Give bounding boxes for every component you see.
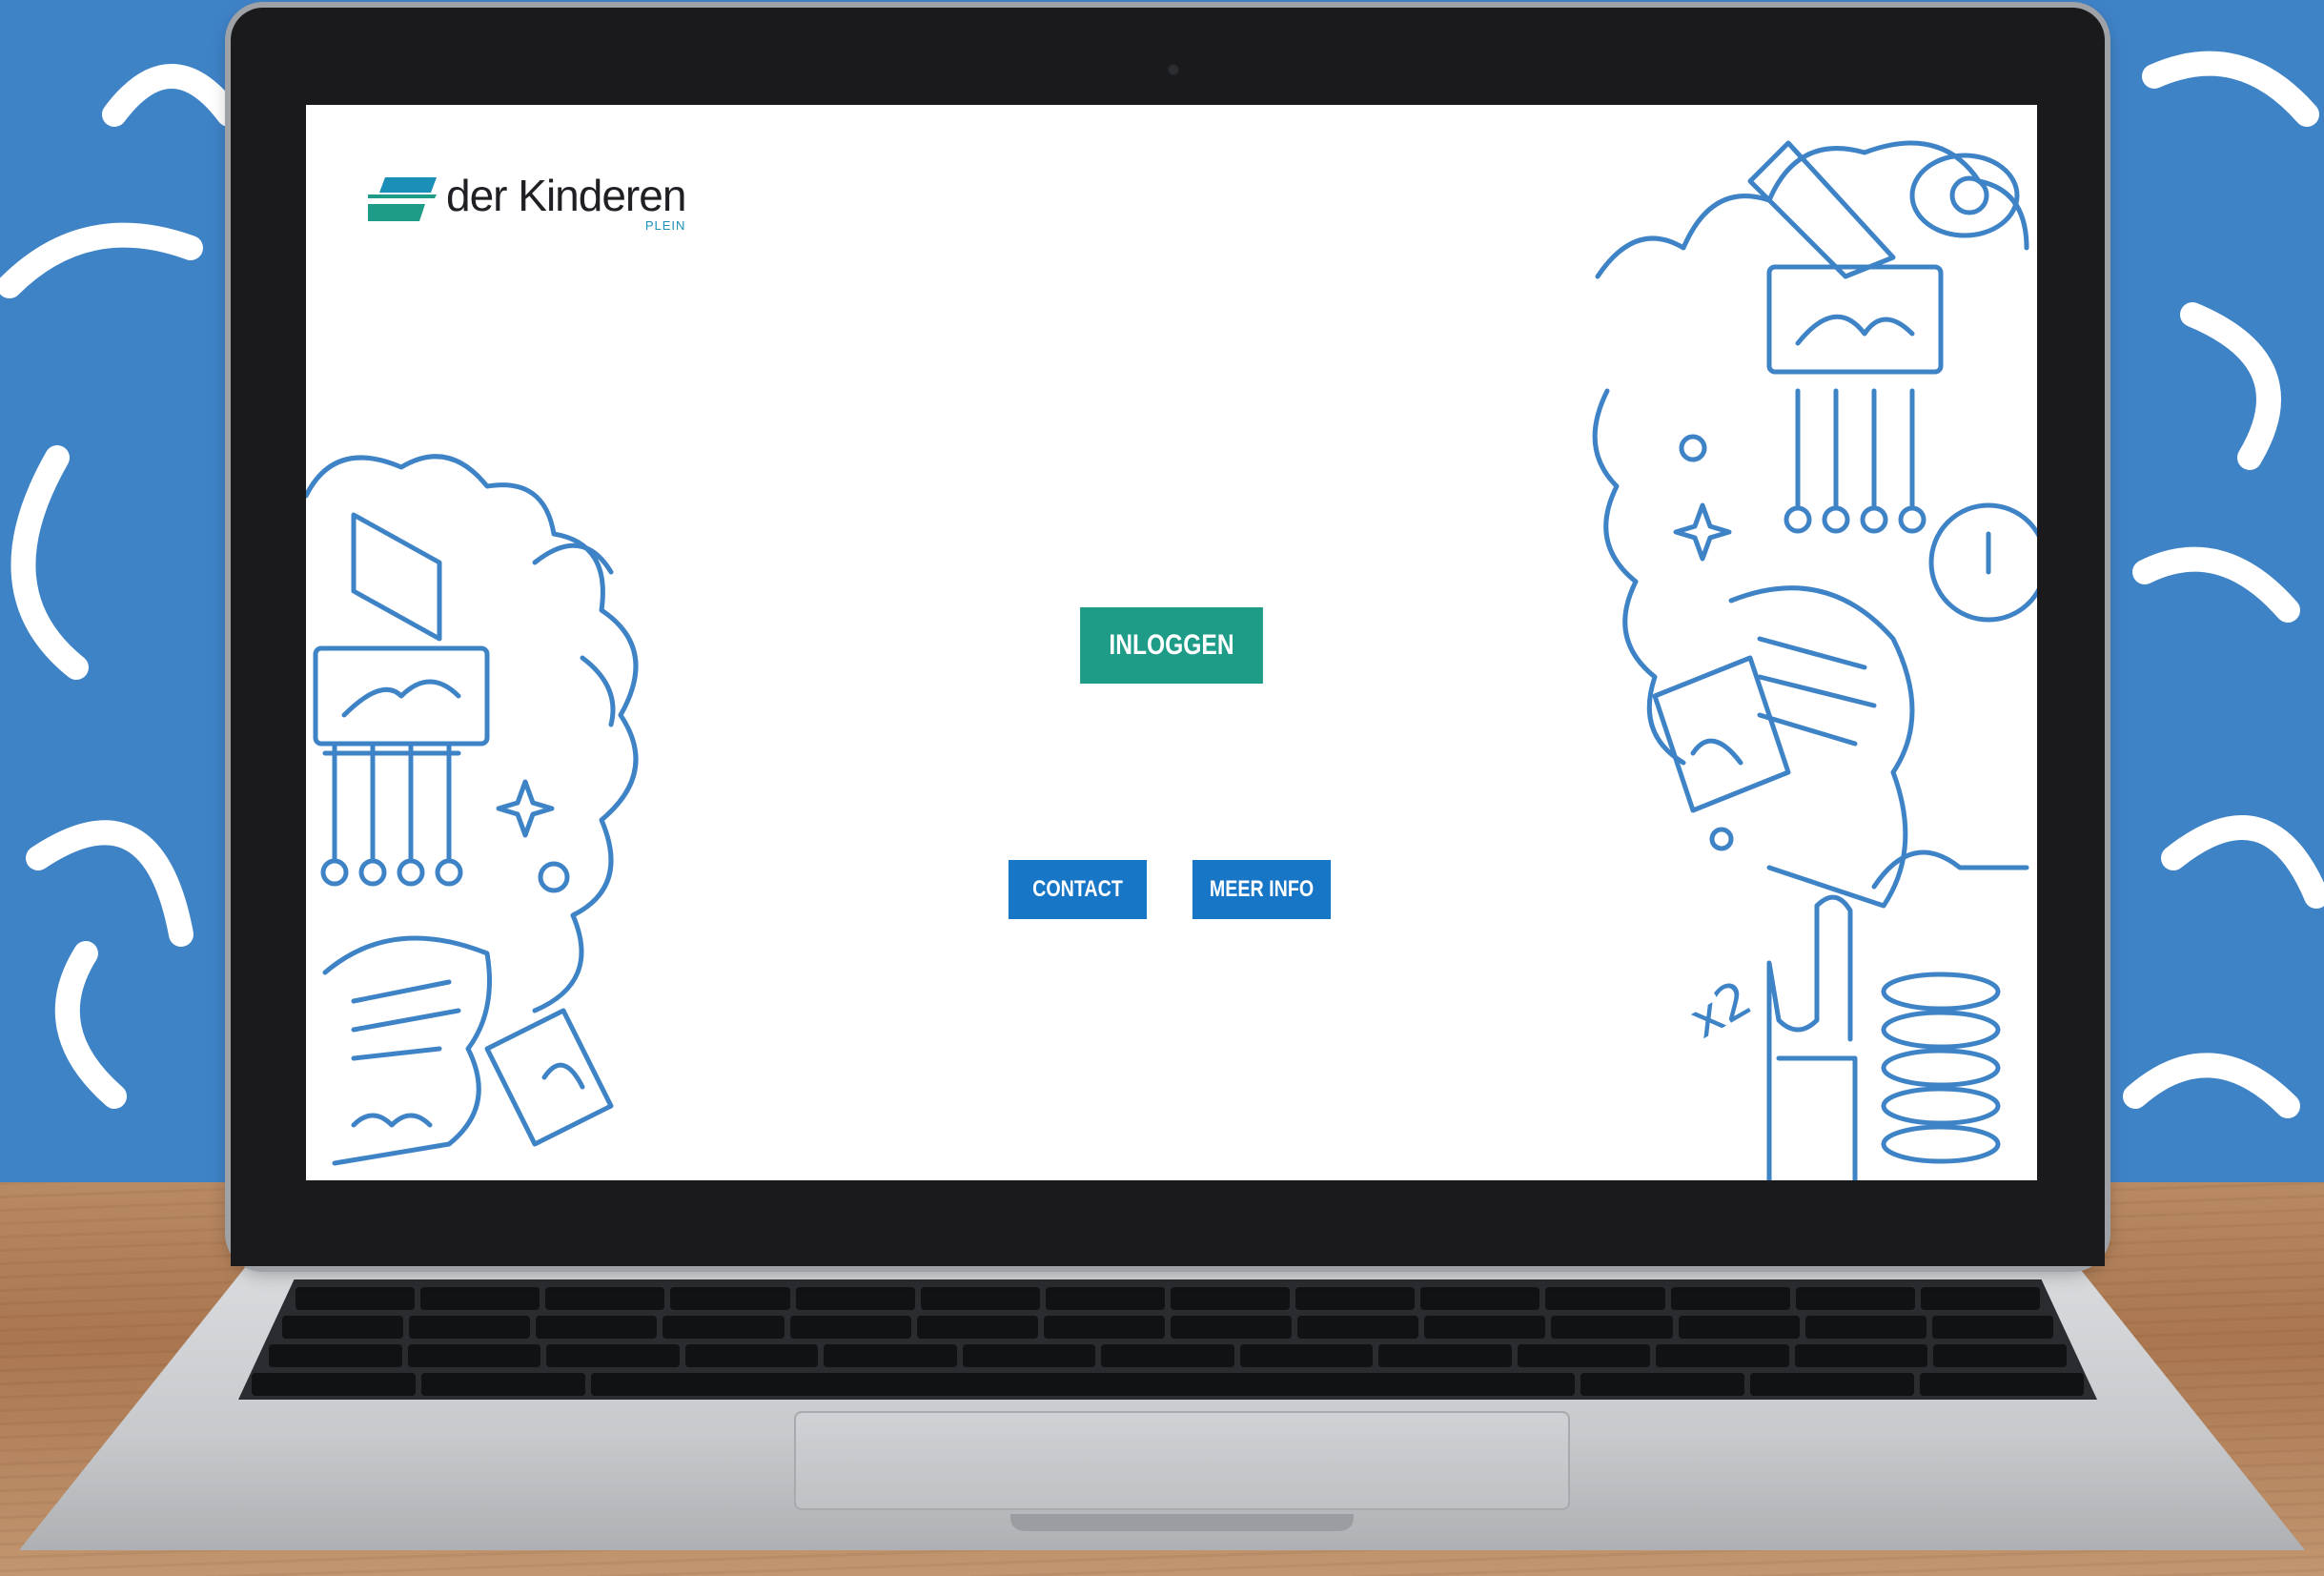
screen: der Kinderen PLEIN x2 INLOGGEN CONTACT M… — [306, 105, 2037, 1180]
right-doodle-note: x2 — [1681, 970, 1762, 1050]
logo-mark-icon — [368, 177, 437, 221]
right-doodle-illustration: x2 — [1592, 140, 2037, 1180]
left-doodle-illustration — [306, 454, 639, 1166]
login-button[interactable]: INLOGGEN — [1080, 607, 1263, 684]
keyboard — [238, 1279, 2097, 1400]
screen-bezel — [231, 1180, 2105, 1266]
logo-name: der Kinderen — [446, 171, 686, 220]
meer-info-button[interactable]: MEER INFO — [1192, 860, 1332, 919]
camera-icon — [1167, 63, 1180, 76]
trackpad — [794, 1411, 1570, 1510]
laptop-lip — [1010, 1514, 1354, 1531]
logo-text: der Kinderen PLEIN — [446, 171, 686, 233]
logo-sub: PLEIN — [644, 218, 686, 233]
contact-button[interactable]: CONTACT — [1008, 860, 1148, 919]
brand-logo[interactable]: der Kinderen PLEIN — [368, 171, 686, 233]
